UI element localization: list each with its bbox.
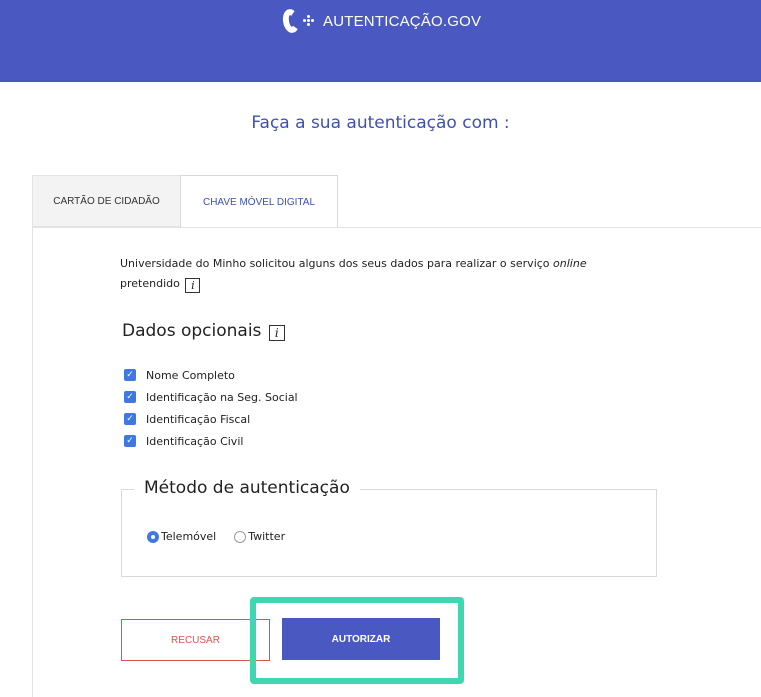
checkbox-label: Identificação Fiscal	[146, 412, 251, 426]
radio-twitter[interactable]: Twitter	[234, 530, 285, 543]
auth-method-legend: Método de autenticação	[134, 478, 360, 498]
checkbox-item-nome-completo[interactable]: ✓ Nome Completo	[124, 364, 298, 386]
checkbox-label: Identificação Civil	[146, 434, 244, 448]
brand-logo[interactable]: AUTENTICAÇÃO.GOV	[281, 6, 482, 36]
brand-text: AUTENTICAÇÃO.GOV	[323, 12, 482, 30]
radio-label: Telemóvel	[161, 530, 217, 543]
intro-text-part: solicitou alguns dos seus dados para rea…	[246, 257, 554, 270]
radio-label: Twitter	[248, 530, 286, 543]
refuse-button[interactable]: RECUSAR	[121, 619, 270, 661]
tab-cartao-de-cidadao[interactable]: CARTÃO DE CIDADÃO	[32, 175, 180, 227]
info-icon[interactable]: i	[268, 325, 285, 341]
logo-dots-icon	[303, 15, 315, 27]
authorize-highlight-frame	[250, 597, 464, 684]
intro-text-end: pretendido	[120, 277, 180, 290]
checkbox-label: Identificação na Seg. Social	[146, 390, 298, 404]
checkbox-item-seg-social[interactable]: ✓ Identificação na Seg. Social	[124, 386, 298, 408]
checkbox-item-civil[interactable]: ✓ Identificação Civil	[124, 430, 298, 452]
auth-method-options: Telemóvel Twitter	[147, 530, 303, 543]
checkbox-checked-icon[interactable]: ✓	[124, 413, 136, 425]
info-icon[interactable]: i	[185, 278, 201, 293]
checkbox-checked-icon[interactable]: ✓	[124, 369, 136, 381]
optional-data-list: ✓ Nome Completo ✓ Identificação na Seg. …	[124, 364, 298, 452]
radio-telemovel[interactable]: Telemóvel	[147, 530, 216, 543]
logo-c-icon	[281, 7, 301, 35]
intro-online-word: online	[553, 257, 587, 270]
checkbox-item-fiscal[interactable]: ✓ Identificação Fiscal	[124, 408, 298, 430]
checkbox-checked-icon[interactable]: ✓	[124, 391, 136, 403]
tab-chave-movel-digital[interactable]: CHAVE MÓVEL DIGITAL	[180, 175, 338, 228]
top-header-bar: AUTENTICAÇÃO.GOV	[0, 0, 761, 82]
optional-data-heading: Dados opcionais i	[122, 321, 285, 341]
requester-name: Universidade do Minho	[120, 257, 247, 270]
radio-unselected-icon[interactable]	[234, 530, 247, 543]
optional-data-title: Dados opcionais	[122, 321, 262, 341]
radio-selected-icon[interactable]	[147, 530, 159, 543]
intro-text: Universidade do Minho solicitou alguns d…	[120, 254, 640, 294]
checkbox-label: Nome Completo	[146, 368, 235, 382]
page-title: Faça a sua autenticação com :	[251, 113, 510, 133]
checkbox-checked-icon[interactable]: ✓	[124, 435, 136, 447]
